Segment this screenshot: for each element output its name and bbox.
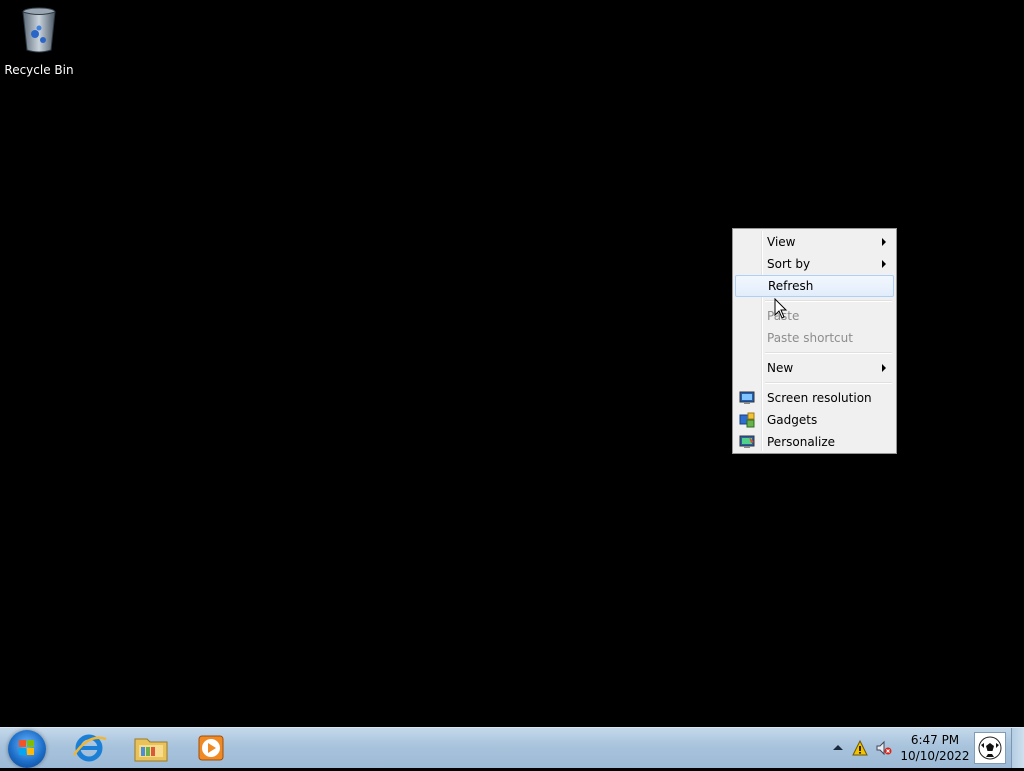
menu-item-view[interactable]: View [735, 231, 894, 253]
desktop-icon-recycle-bin[interactable]: Recycle Bin [4, 4, 74, 77]
menu-item-gadgets[interactable]: Gadgets [735, 409, 894, 431]
start-button[interactable] [8, 730, 46, 768]
personalize-icon [739, 435, 755, 448]
menu-item-label: View [767, 235, 796, 249]
clock-date: 10/10/2022 [900, 749, 970, 763]
taskbar-internet-explorer[interactable] [62, 731, 118, 765]
mouse-pointer-icon [774, 298, 788, 319]
windows-start-orb-icon [19, 740, 34, 755]
menu-item-label: Gadgets [767, 413, 818, 427]
folder-library-icon [134, 738, 168, 762]
menu-item-label: Personalize [767, 435, 836, 449]
user-tile[interactable] [974, 732, 1006, 764]
menu-separator [765, 352, 892, 354]
system-clock[interactable]: 6:47 PM 10/10/2022 [900, 732, 970, 764]
recycle-bin-icon [22, 7, 56, 53]
submenu-arrow-icon [882, 364, 886, 372]
menu-item-new[interactable]: New [735, 357, 894, 379]
monitor-icon [739, 391, 755, 404]
menu-item-label: Paste shortcut [767, 331, 853, 345]
menu-item-paste-shortcut: Paste shortcut [735, 327, 894, 349]
desktop-icon-label: Recycle Bin [4, 63, 74, 77]
menu-item-sort-by[interactable]: Sort by [735, 253, 894, 275]
show-desktop-button[interactable] [1011, 728, 1024, 768]
menu-item-refresh[interactable]: Refresh [735, 275, 894, 297]
menu-item-personalize[interactable]: Personalize [735, 431, 894, 453]
menu-item-paste: Paste [735, 305, 894, 327]
submenu-arrow-icon [882, 238, 886, 246]
internet-explorer-icon [72, 734, 107, 762]
menu-item-label: Refresh [768, 279, 814, 293]
menu-item-label: Sort by [767, 257, 811, 271]
action-center-warning-icon[interactable] [852, 740, 868, 756]
menu-item-screen-resolution[interactable]: Screen resolution [735, 387, 894, 409]
menu-item-label: New [767, 361, 794, 375]
taskbar: 6:47 PM 10/10/2022 [0, 727, 1024, 768]
clock-time: 6:47 PM [910, 733, 960, 747]
taskbar-windows-explorer[interactable] [123, 731, 179, 765]
soccer-ball-icon [978, 736, 1002, 760]
submenu-arrow-icon [882, 260, 886, 268]
show-hidden-icons-arrow-icon[interactable] [830, 740, 846, 756]
volume-muted-icon[interactable] [876, 740, 892, 756]
desktop-context-menu: View Sort by Refresh Paste Paste shortcu… [732, 228, 897, 454]
gadgets-icon [739, 412, 755, 428]
menu-item-label: Screen resolution [767, 391, 872, 405]
taskbar-media-player[interactable] [184, 731, 240, 765]
media-player-icon [198, 735, 224, 761]
menu-separator [765, 382, 892, 384]
